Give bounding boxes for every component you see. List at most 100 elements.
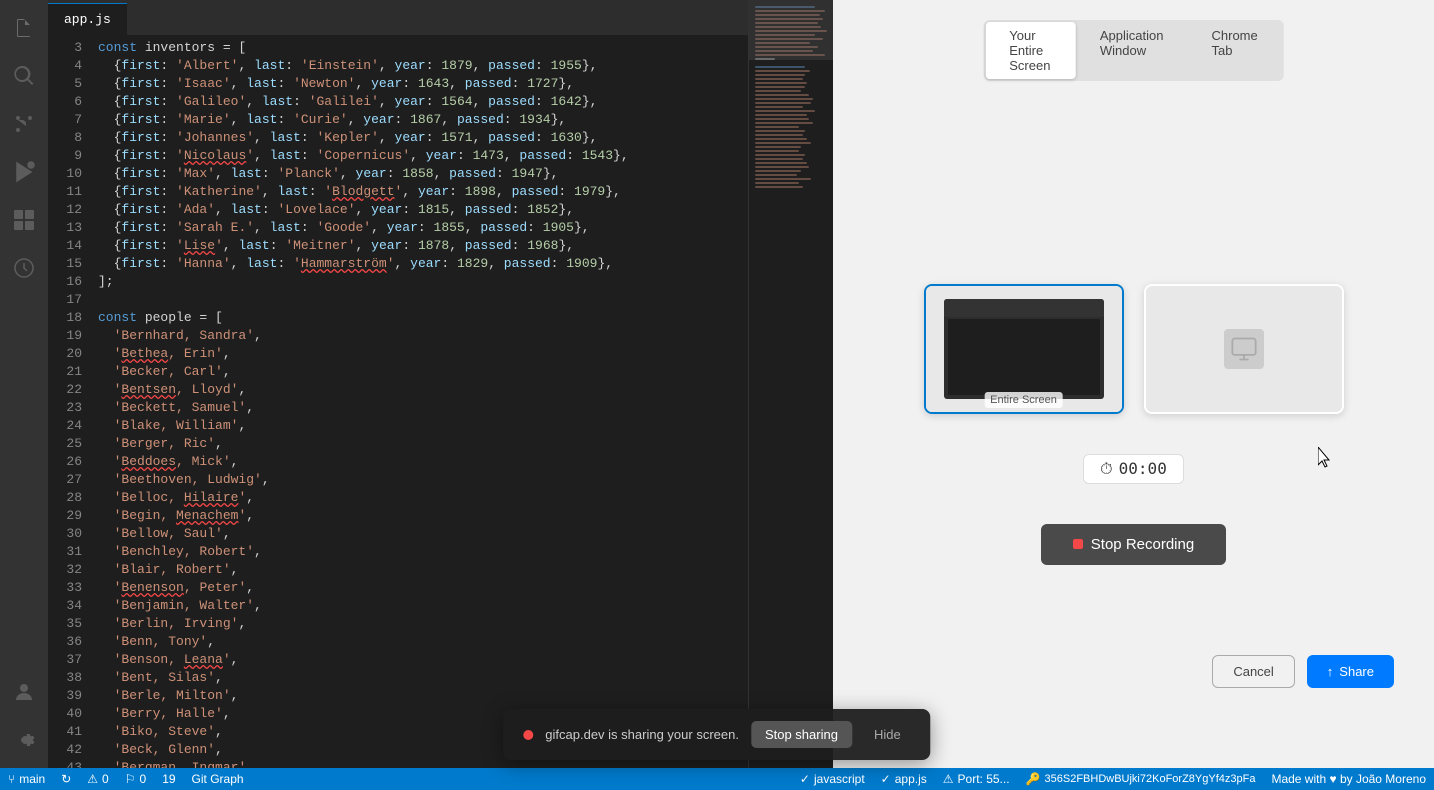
warning-icon-small: ⚠ [943, 772, 954, 786]
git-icon[interactable] [4, 104, 44, 144]
timer-display: ⏱00:00 [1083, 454, 1184, 484]
search-icon[interactable] [4, 56, 44, 96]
code-line-27: 27 'Beethoven, Ludwig', [48, 471, 748, 489]
sharing-message: gifcap.dev is sharing your screen. [545, 727, 739, 742]
editor-tabs: app.js [48, 0, 748, 35]
account-icon[interactable] [4, 672, 44, 712]
minimap-viewport [749, 0, 833, 60]
main-area: app.js 3 const inventors = [ 4 {first: '… [0, 0, 1434, 768]
error-icon: ⚠ [87, 772, 98, 786]
preview-placeholder-secondary [1146, 286, 1342, 412]
code-line-14: 14 {first: 'Lise', last: 'Meitner', year… [48, 237, 748, 255]
code-line-4: 4 {first: 'Albert', last: 'Einstein', ye… [48, 57, 748, 75]
git-graph-item[interactable]: Git Graph [184, 768, 252, 790]
tab-application-window[interactable]: Application Window [1076, 22, 1188, 79]
sync-item[interactable]: ↻ [53, 768, 79, 790]
right-panel: Your Entire Screen Application Window Ch… [833, 0, 1434, 768]
editor-area: app.js 3 const inventors = [ 4 {first: '… [48, 0, 1434, 768]
code-line-8: 8 {first: 'Johannes', last: 'Kepler', ye… [48, 129, 748, 147]
git-branch-item[interactable]: ⑂ main [0, 768, 53, 790]
git-branch-icon: ⑂ [8, 772, 15, 786]
share-button[interactable]: ↑ Share [1307, 655, 1394, 688]
code-line-10: 10 {first: 'Max', last: 'Planck', year: … [48, 165, 748, 183]
code-line-31: 31 'Benchley, Robert', [48, 543, 748, 561]
history-icon[interactable] [4, 248, 44, 288]
hash-item[interactable]: 🔑 356S2FBHDwBUjki72KoForZ8YgYf4z3pFa [1018, 768, 1264, 790]
settings-icon[interactable] [4, 720, 44, 760]
tab-entire-screen[interactable]: Your Entire Screen [985, 22, 1076, 79]
port-item[interactable]: ⚠ Port: 55... [935, 768, 1018, 790]
code-line-17: 17 [48, 291, 748, 309]
code-line-3: 3 const inventors = [ [48, 39, 748, 57]
warnings-item[interactable]: ⚐ 0 [117, 768, 154, 790]
cancel-button[interactable]: Cancel [1212, 655, 1294, 688]
stop-sharing-button[interactable]: Stop sharing [751, 721, 852, 748]
code-line-21: 21 'Becker, Carl', [48, 363, 748, 381]
code-line-32: 32 'Blair, Robert', [48, 561, 748, 579]
source-selection-tabs: Your Entire Screen Application Window Ch… [983, 20, 1284, 81]
code-line-16: 16 ]; [48, 273, 748, 291]
preview-cards-row: Entire Screen [924, 284, 1344, 414]
language-item[interactable]: ✓ javascript [792, 768, 873, 790]
minimap[interactable] [748, 0, 833, 768]
extensions-icon[interactable] [4, 200, 44, 240]
code-line-15: 15 {first: 'Hanna', last: 'Hammarström',… [48, 255, 748, 273]
hash-icon: 🔑 [1026, 772, 1041, 786]
code-line-25: 25 'Berger, Ric', [48, 435, 748, 453]
minimap-svg [753, 4, 830, 404]
status-bar-left: ⑂ main ↻ ⚠ 0 ⚐ 0 19 Git Graph [0, 768, 252, 790]
code-line-39: 39 'Berle, Milton', [48, 687, 748, 705]
code-line-6: 6 {first: 'Galileo', last: 'Galilei', ye… [48, 93, 748, 111]
code-line-35: 35 'Berlin, Irving', [48, 615, 748, 633]
code-line-20: 20 'Bethea, Erin', [48, 345, 748, 363]
dialog-actions: Cancel ↑ Share [1212, 655, 1394, 688]
code-line-23: 23 'Beckett, Samuel', [48, 399, 748, 417]
preview-grid: Entire Screen [924, 284, 1344, 565]
tab-app-js[interactable]: app.js [48, 3, 127, 35]
code-line-9: 9 {first: 'Nicolaus', last: 'Copernicus'… [48, 147, 748, 165]
filetype-item[interactable]: ✓ app.js [873, 768, 935, 790]
code-content[interactable]: 3 const inventors = [ 4 {first: 'Albert'… [48, 35, 748, 768]
code-line-33: 33 'Benenson, Peter', [48, 579, 748, 597]
explorer-icon[interactable] [4, 8, 44, 48]
minimap-lines [749, 0, 833, 413]
code-line-12: 12 {first: 'Ada', last: 'Lovelace', year… [48, 201, 748, 219]
info-count-item[interactable]: 19 [154, 768, 183, 790]
monitor-icon [1224, 329, 1264, 369]
preview-card-screen[interactable]: Entire Screen [924, 284, 1124, 414]
code-line-34: 34 'Benjamin, Walter', [48, 597, 748, 615]
code-line-19: 19 'Bernhard, Sandra', [48, 327, 748, 345]
code-editor: app.js 3 const inventors = [ 4 {first: '… [48, 0, 748, 768]
sharing-dot [523, 730, 533, 740]
hide-button[interactable]: Hide [864, 721, 911, 748]
code-line-30: 30 'Bellow, Saul', [48, 525, 748, 543]
code-line-26: 26 'Beddoes, Mick', [48, 453, 748, 471]
preview-card-label-screen: Entire Screen [984, 392, 1063, 408]
code-line-29: 29 'Begin, Menachem', [48, 507, 748, 525]
code-line-37: 37 'Benson, Leana', [48, 651, 748, 669]
warning-icon: ⚐ [125, 772, 136, 786]
code-line-13: 13 {first: 'Sarah E.', last: 'Goode', ye… [48, 219, 748, 237]
timer-value: ⏱00:00 [1083, 454, 1184, 484]
code-line-22: 22 'Bentsen, Lloyd', [48, 381, 748, 399]
sync-icon: ↻ [61, 772, 71, 786]
tab-chrome-tab[interactable]: Chrome Tab [1188, 22, 1282, 79]
stop-dot [1073, 539, 1083, 549]
status-bar-right: ✓ javascript ✓ app.js ⚠ Port: 55... 🔑 35… [792, 768, 1434, 790]
run-icon[interactable] [4, 152, 44, 192]
recording-overlay: Your Entire Screen Application Window Ch… [833, 0, 1434, 768]
activity-bar [0, 0, 48, 768]
share-icon: ↑ [1327, 664, 1334, 679]
code-line-38: 38 'Bent, Silas', [48, 669, 748, 687]
preview-card-secondary[interactable] [1144, 284, 1344, 414]
code-line-18: 18 const people = [ [48, 309, 748, 327]
code-line-28: 28 'Belloc, Hilaire', [48, 489, 748, 507]
errors-item[interactable]: ⚠ 0 [79, 768, 116, 790]
activity-bar-bottom [4, 672, 44, 768]
code-line-36: 36 'Benn, Tony', [48, 633, 748, 651]
code-line-11: 11 {first: 'Katherine', last: 'Blodgett'… [48, 183, 748, 201]
status-bar: ⑂ main ↻ ⚠ 0 ⚐ 0 19 Git Graph ✓ javascri… [0, 768, 1434, 790]
code-line-5: 5 {first: 'Isaac', last: 'Newton', year:… [48, 75, 748, 93]
code-line-24: 24 'Blake, William', [48, 417, 748, 435]
stop-recording-button[interactable]: Stop Recording [1041, 524, 1226, 565]
